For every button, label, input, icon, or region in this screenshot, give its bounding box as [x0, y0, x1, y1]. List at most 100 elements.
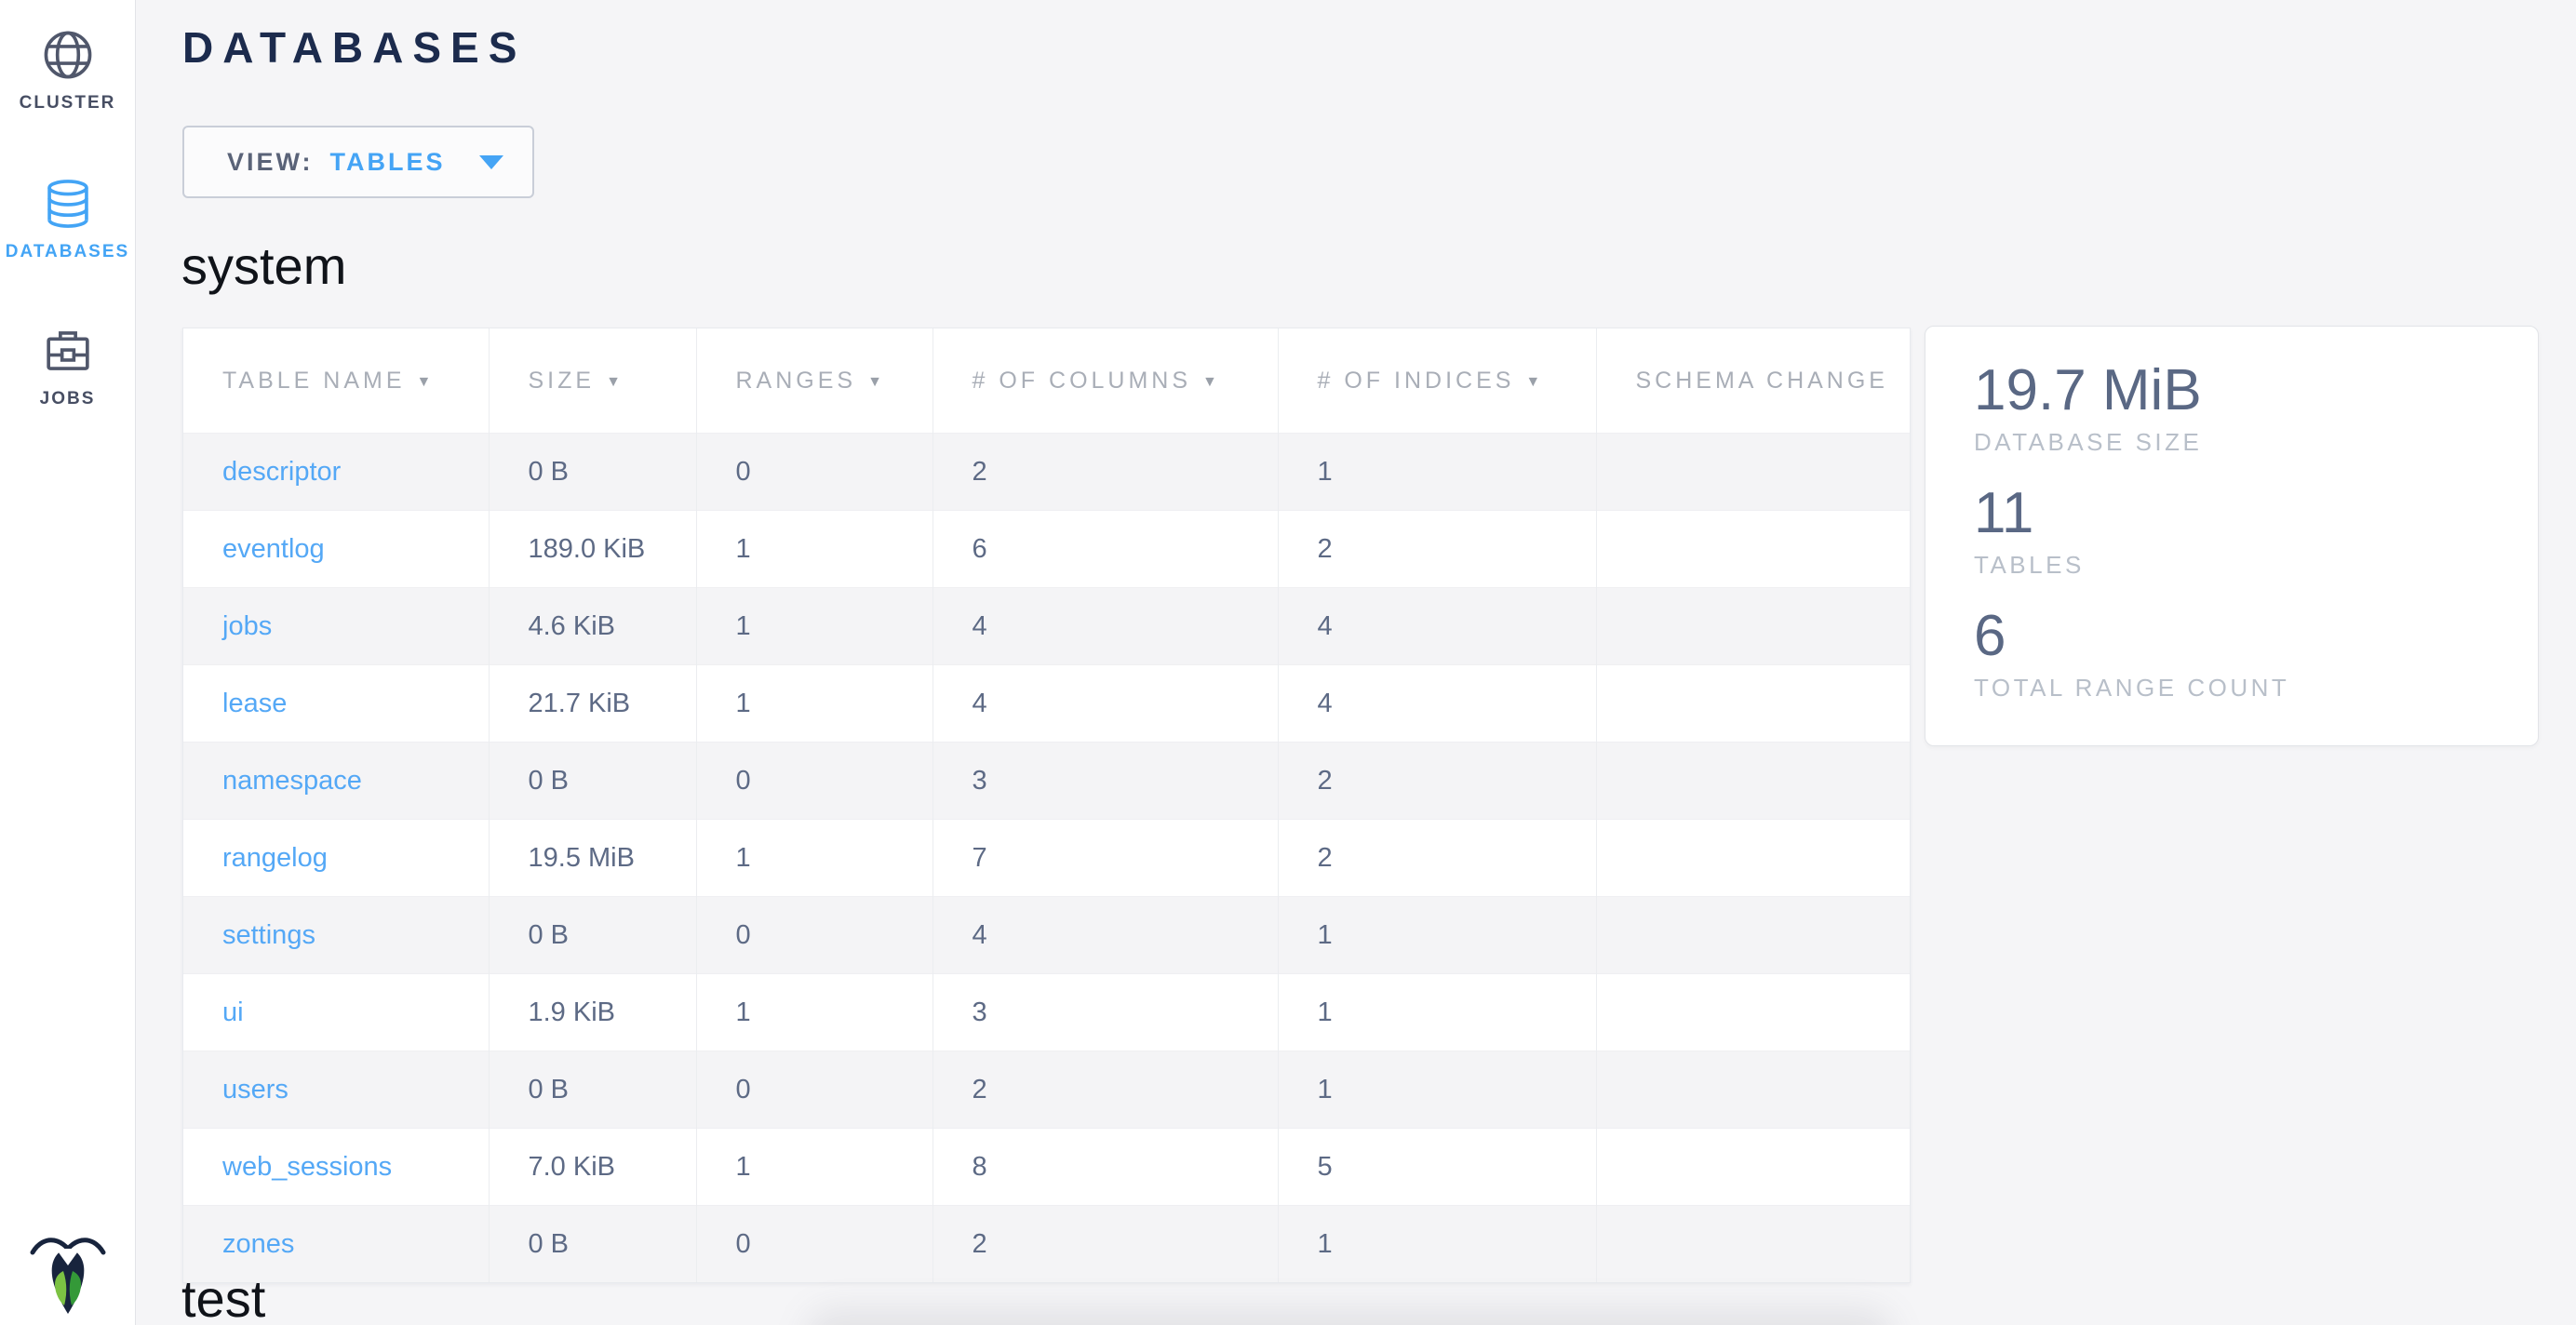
stat-value: 19.7 MiB — [1974, 360, 2538, 421]
briefcase-icon — [41, 324, 95, 378]
sidebar-item-cluster[interactable]: CLUSTER — [0, 28, 135, 114]
sidebar-item-label: JOBS — [40, 389, 96, 409]
system-tables-table: TABLE NAME▼ SIZE▼ RANGES▼ # OF COLUMNS▼ … — [183, 328, 1910, 1282]
columns-cell: 4 — [932, 588, 1278, 665]
schema-change-cell — [1596, 743, 1910, 820]
schema-change-cell — [1596, 511, 1910, 588]
size-cell: 21.7 KiB — [489, 665, 696, 743]
indices-cell: 2 — [1278, 820, 1596, 897]
view-dropdown-label: VIEW: — [227, 148, 314, 177]
table-row: lease 21.7 KiB 1 4 4 — [183, 665, 1910, 743]
table-link-namespace[interactable]: namespace — [222, 766, 362, 796]
columns-cell: 2 — [932, 1051, 1278, 1129]
table-link-settings[interactable]: settings — [222, 920, 315, 950]
indices-cell: 2 — [1278, 743, 1596, 820]
size-cell: 4.6 KiB — [489, 588, 696, 665]
column-header-columns[interactable]: # OF COLUMNS▼ — [932, 328, 1278, 434]
ranges-cell: 0 — [696, 1051, 932, 1129]
table-link-jobs[interactable]: jobs — [222, 611, 272, 641]
sidebar-item-label: CLUSTER — [20, 93, 116, 114]
stat-value: 11 — [1974, 483, 2538, 543]
indices-cell: 1 — [1278, 974, 1596, 1051]
stat-label: TABLES — [1974, 551, 2538, 580]
ranges-cell: 1 — [696, 1129, 932, 1206]
table-link-lease[interactable]: lease — [222, 689, 287, 718]
table-link-ui[interactable]: ui — [222, 997, 244, 1027]
table-row: ui 1.9 KiB 1 3 1 — [183, 974, 1910, 1051]
database-name-test: test — [181, 1273, 265, 1325]
table-link-web-sessions[interactable]: web_sessions — [222, 1152, 392, 1182]
table-header-row: TABLE NAME▼ SIZE▼ RANGES▼ # OF COLUMNS▼ … — [183, 328, 1910, 434]
size-cell: 0 B — [489, 1206, 696, 1283]
size-cell: 0 B — [489, 1051, 696, 1129]
table-link-zones[interactable]: zones — [222, 1229, 294, 1259]
table-row: jobs 4.6 KiB 1 4 4 — [183, 588, 1910, 665]
sort-arrow-icon: ▼ — [867, 374, 882, 391]
columns-cell: 2 — [932, 434, 1278, 511]
schema-change-cell — [1596, 1206, 1910, 1283]
database-summary-card: 19.7 MiB DATABASE SIZE 11 TABLES 6 TOTAL… — [1925, 326, 2539, 746]
size-cell: 0 B — [489, 897, 696, 974]
column-header-indices[interactable]: # OF INDICES▼ — [1278, 328, 1596, 434]
table-row: eventlog 189.0 KiB 1 6 2 — [183, 511, 1910, 588]
chevron-down-icon — [479, 155, 503, 169]
indices-cell: 2 — [1278, 511, 1596, 588]
sidebar: CLUSTER DATABASES — [0, 0, 136, 1325]
columns-cell: 6 — [932, 511, 1278, 588]
indices-cell: 1 — [1278, 434, 1596, 511]
size-cell: 0 B — [489, 743, 696, 820]
columns-cell: 7 — [932, 820, 1278, 897]
schema-change-cell — [1596, 665, 1910, 743]
view-dropdown[interactable]: VIEW: TABLES — [182, 126, 534, 198]
ranges-cell: 0 — [696, 897, 932, 974]
table-row: namespace 0 B 0 3 2 — [183, 743, 1910, 820]
table-link-eventlog[interactable]: eventlog — [222, 534, 325, 564]
indices-cell: 4 — [1278, 665, 1596, 743]
sort-arrow-icon: ▼ — [1202, 374, 1217, 391]
columns-cell: 3 — [932, 743, 1278, 820]
indices-cell: 1 — [1278, 897, 1596, 974]
indices-cell: 5 — [1278, 1129, 1596, 1206]
stat-label: DATABASE SIZE — [1974, 428, 2538, 457]
stat-total-range-count: 6 TOTAL RANGE COUNT — [1974, 606, 2538, 703]
database-icon — [41, 177, 95, 231]
size-cell: 189.0 KiB — [489, 511, 696, 588]
ranges-cell: 0 — [696, 743, 932, 820]
table-row: zones 0 B 0 2 1 — [183, 1206, 1910, 1283]
sidebar-item-databases[interactable]: DATABASES — [0, 177, 135, 262]
stat-value: 6 — [1974, 606, 2538, 666]
sidebar-item-jobs[interactable]: JOBS — [0, 324, 135, 409]
columns-cell: 4 — [932, 665, 1278, 743]
ranges-cell: 0 — [696, 434, 932, 511]
table-row: settings 0 B 0 4 1 — [183, 897, 1910, 974]
sort-arrow-icon: ▼ — [417, 374, 432, 391]
schema-change-cell — [1596, 974, 1910, 1051]
columns-cell: 3 — [932, 974, 1278, 1051]
size-cell: 0 B — [489, 434, 696, 511]
sort-arrow-icon: ▼ — [1525, 374, 1540, 391]
databases-page: CLUSTER DATABASES — [0, 0, 2576, 1325]
schema-change-cell — [1596, 434, 1910, 511]
sidebar-item-label: DATABASES — [6, 242, 129, 262]
size-cell: 7.0 KiB — [489, 1129, 696, 1206]
indices-cell: 1 — [1278, 1051, 1596, 1129]
ranges-cell: 1 — [696, 511, 932, 588]
table-link-rangelog[interactable]: rangelog — [222, 843, 328, 873]
indices-cell: 4 — [1278, 588, 1596, 665]
indices-cell: 1 — [1278, 1206, 1596, 1283]
column-header-ranges[interactable]: RANGES▼ — [696, 328, 932, 434]
system-tables-card: TABLE NAME▼ SIZE▼ RANGES▼ # OF COLUMNS▼ … — [182, 328, 1911, 1283]
column-header-size[interactable]: SIZE▼ — [489, 328, 696, 434]
stat-tables: 11 TABLES — [1974, 483, 2538, 580]
sort-arrow-icon: ▼ — [606, 374, 621, 391]
view-dropdown-value: TABLES — [330, 148, 446, 177]
columns-cell: 4 — [932, 897, 1278, 974]
table-link-descriptor[interactable]: descriptor — [222, 457, 341, 487]
globe-icon — [41, 28, 95, 82]
schema-change-cell — [1596, 588, 1910, 665]
stat-database-size: 19.7 MiB DATABASE SIZE — [1974, 360, 2538, 457]
table-link-users[interactable]: users — [222, 1075, 288, 1104]
column-header-table-name[interactable]: TABLE NAME▼ — [183, 328, 489, 434]
database-name-system: system — [181, 240, 346, 292]
table-row: users 0 B 0 2 1 — [183, 1051, 1910, 1129]
